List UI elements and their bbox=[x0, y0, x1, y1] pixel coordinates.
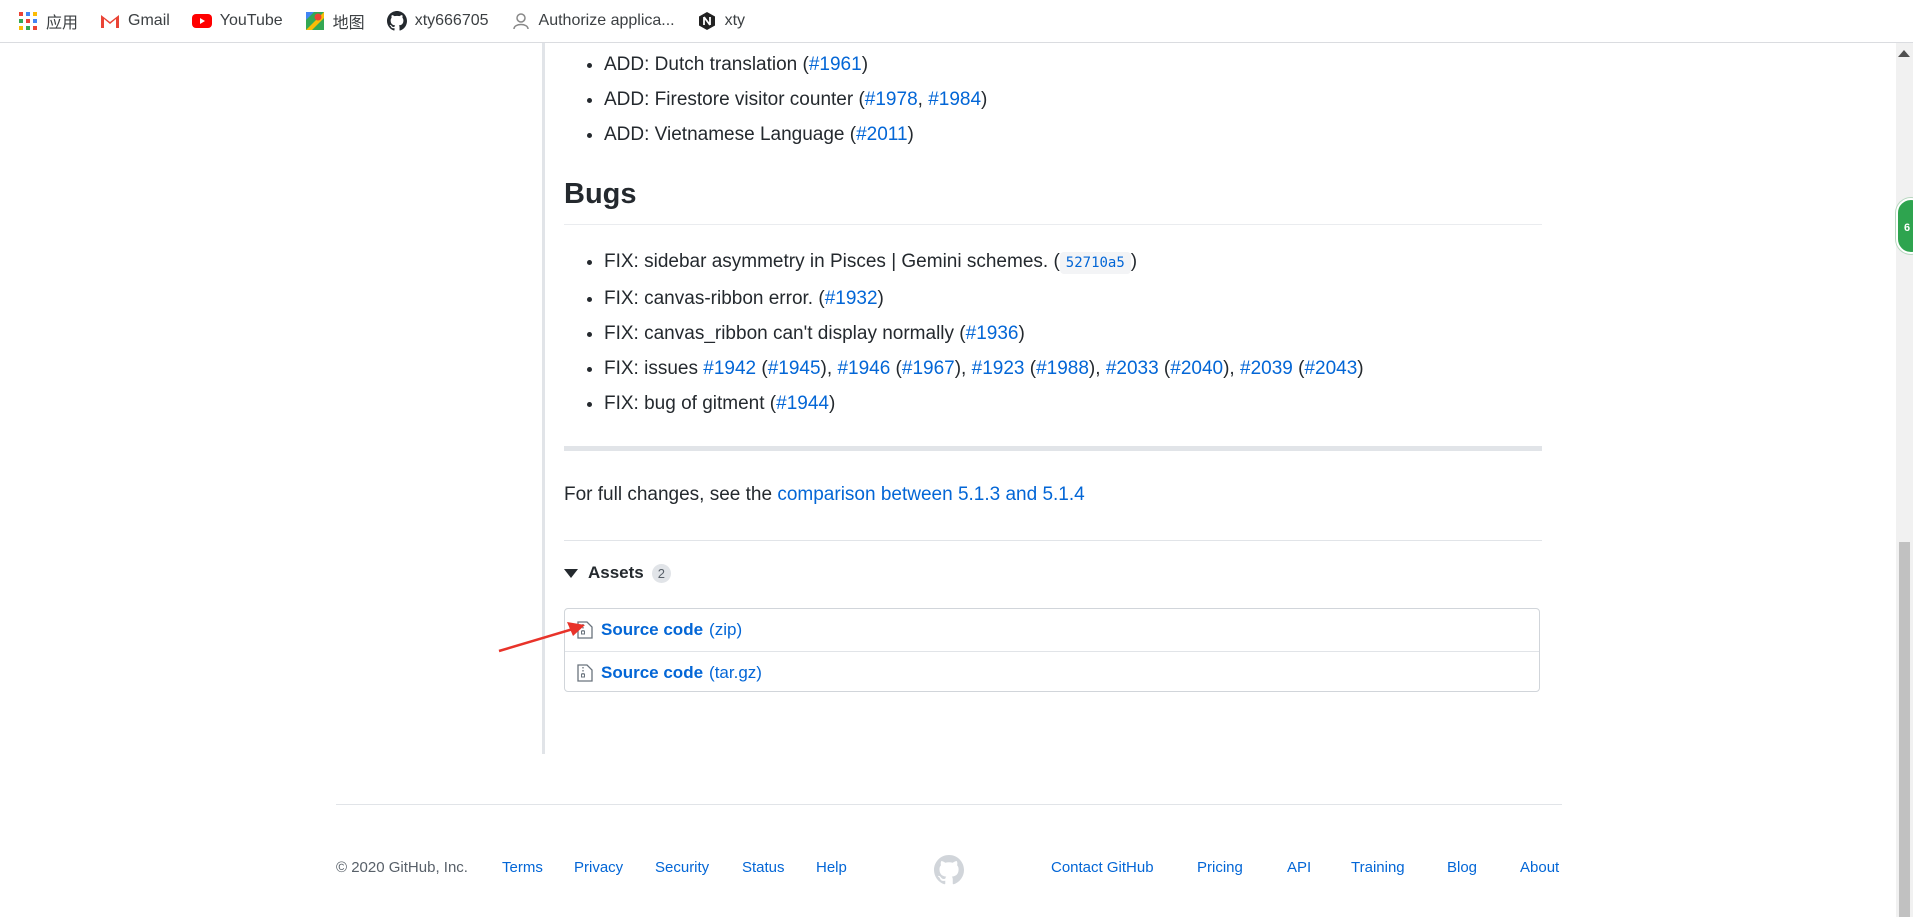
bookmark-gmail[interactable]: Gmail bbox=[100, 11, 170, 31]
footer-link-help[interactable]: Help bbox=[816, 859, 847, 876]
asset-ext[interactable]: (tar.gz) bbox=[709, 663, 762, 683]
bookmark-github[interactable]: xty666705 bbox=[386, 11, 489, 31]
issue-link[interactable]: #1942 bbox=[703, 358, 756, 379]
issue-link[interactable]: #1944 bbox=[776, 393, 829, 414]
n-logo-icon bbox=[697, 11, 717, 31]
bugs-list: FIX: sidebar asymmetry in Pisces | Gemin… bbox=[564, 244, 1542, 421]
issue-link[interactable]: #2033 bbox=[1106, 358, 1159, 379]
bookmark-label: xty666705 bbox=[414, 12, 489, 29]
issue-link[interactable]: #2043 bbox=[1304, 358, 1357, 379]
list-item: FIX: issues #1942 (#1945), #1946 (#1967)… bbox=[604, 351, 1542, 386]
bookmark-label: xty bbox=[724, 12, 746, 29]
issue-link[interactable]: #1923 bbox=[972, 358, 1025, 379]
youtube-icon bbox=[191, 11, 212, 31]
footer-link-pricing[interactable]: Pricing bbox=[1197, 859, 1243, 876]
footer-link-about[interactable]: About bbox=[1520, 859, 1559, 876]
list-item: ADD: Vietnamese Language (#2011) bbox=[604, 117, 1542, 152]
footer-link-training[interactable]: Training bbox=[1351, 859, 1405, 876]
list-item: ADD: Dutch translation (#1961) bbox=[604, 47, 1542, 82]
gmail-icon bbox=[100, 11, 120, 31]
footer-link-terms[interactable]: Terms bbox=[502, 859, 543, 876]
list-item: FIX: sidebar asymmetry in Pisces | Gemin… bbox=[604, 244, 1542, 281]
bookmark-label: 地图 bbox=[332, 15, 365, 32]
footer-link-blog[interactable]: Blog bbox=[1447, 859, 1477, 876]
list-item: FIX: canvas_ribbon can't display normall… bbox=[604, 316, 1542, 351]
issue-link[interactable]: #2011 bbox=[856, 124, 907, 145]
features-list: ADD: Dutch translation (#1961) ADD: Fire… bbox=[564, 47, 1542, 152]
asset-ext[interactable]: (zip) bbox=[709, 620, 742, 640]
section-divider bbox=[564, 446, 1542, 451]
issue-link[interactable]: #1978 bbox=[865, 89, 918, 110]
footer-link-contact[interactable]: Contact GitHub bbox=[1051, 859, 1154, 876]
bugs-heading: Bugs bbox=[564, 178, 637, 210]
triangle-down-icon bbox=[564, 568, 578, 578]
footer-link-api[interactable]: API bbox=[1287, 859, 1311, 876]
issue-link[interactable]: #1988 bbox=[1036, 358, 1089, 379]
issue-link[interactable]: #1945 bbox=[768, 358, 821, 379]
github-logo-icon[interactable] bbox=[934, 855, 964, 885]
footer-link-status[interactable]: Status bbox=[742, 859, 785, 876]
footer-copyright: © 2020 GitHub, Inc. bbox=[336, 859, 468, 876]
assets-title: Assets bbox=[588, 563, 644, 582]
asset-row-zip[interactable]: Source code (zip) bbox=[565, 609, 1539, 651]
bookmark-apps[interactable]: 应用 bbox=[18, 9, 78, 33]
list-item: FIX: canvas-ribbon error. (#1932) bbox=[604, 281, 1542, 316]
issue-link[interactable]: #1961 bbox=[809, 54, 862, 75]
scroll-up-arrow-icon[interactable] bbox=[1898, 50, 1910, 57]
apps-grid-icon bbox=[18, 11, 38, 31]
issue-link[interactable]: #1967 bbox=[902, 358, 955, 379]
bookmark-label: YouTube bbox=[219, 12, 283, 29]
asset-row-targz[interactable]: Source code (tar.gz) bbox=[565, 651, 1539, 693]
bookmark-xty[interactable]: xty bbox=[697, 11, 745, 31]
list-item: FIX: bug of gitment (#1944) bbox=[604, 386, 1542, 421]
assets-divider bbox=[564, 540, 1542, 541]
bookmarks-bar: 应用 Gmail YouTube 地图 xty666705 Authorize … bbox=[0, 0, 1913, 43]
asset-label[interactable]: Source code bbox=[601, 663, 703, 683]
footer: © 2020 GitHub, Inc. Terms Privacy Securi… bbox=[336, 855, 1562, 885]
issue-link[interactable]: #2039 bbox=[1240, 358, 1293, 379]
bookmark-label: Authorize applica... bbox=[538, 12, 675, 29]
zip-file-icon bbox=[577, 663, 593, 682]
annotation-arrow-icon bbox=[498, 622, 585, 653]
issue-link[interactable]: #1936 bbox=[966, 323, 1019, 344]
bookmark-youtube[interactable]: YouTube bbox=[191, 11, 283, 31]
extension-badge[interactable]: 6 bbox=[1896, 198, 1913, 254]
assets-toggle[interactable]: Assets 2 bbox=[564, 563, 671, 583]
authorize-icon bbox=[511, 11, 531, 31]
footer-divider bbox=[336, 804, 1562, 805]
assets-list: Source code (zip) Source code (tar.gz) bbox=[564, 608, 1540, 692]
assets-count-badge: 2 bbox=[651, 563, 671, 583]
bookmark-authorize[interactable]: Authorize applica... bbox=[511, 11, 675, 31]
footer-link-privacy[interactable]: Privacy bbox=[574, 859, 623, 876]
asset-label[interactable]: Source code bbox=[601, 620, 703, 640]
bookmark-label: Gmail bbox=[128, 12, 170, 29]
bookmark-label: 应用 bbox=[46, 15, 79, 32]
issue-link[interactable]: #1946 bbox=[837, 358, 890, 379]
heading-divider bbox=[564, 224, 1542, 225]
issue-link[interactable]: #1984 bbox=[928, 89, 981, 110]
github-icon bbox=[386, 11, 407, 31]
full-changes-text: For full changes, see the comparison bet… bbox=[564, 484, 1085, 505]
footer-link-security[interactable]: Security bbox=[655, 859, 709, 876]
issue-link[interactable]: #1932 bbox=[825, 288, 878, 309]
bookmark-maps[interactable]: 地图 bbox=[305, 9, 365, 33]
commit-sha-link[interactable]: 52710a5 bbox=[1059, 252, 1131, 274]
scrollbar-thumb[interactable] bbox=[1899, 542, 1910, 917]
list-item: ADD: Firestore visitor counter (#1978, #… bbox=[604, 82, 1542, 117]
issue-link[interactable]: #2040 bbox=[1170, 358, 1223, 379]
maps-icon bbox=[305, 11, 325, 31]
comparison-link[interactable]: comparison between 5.1.3 and 5.1.4 bbox=[777, 484, 1084, 505]
